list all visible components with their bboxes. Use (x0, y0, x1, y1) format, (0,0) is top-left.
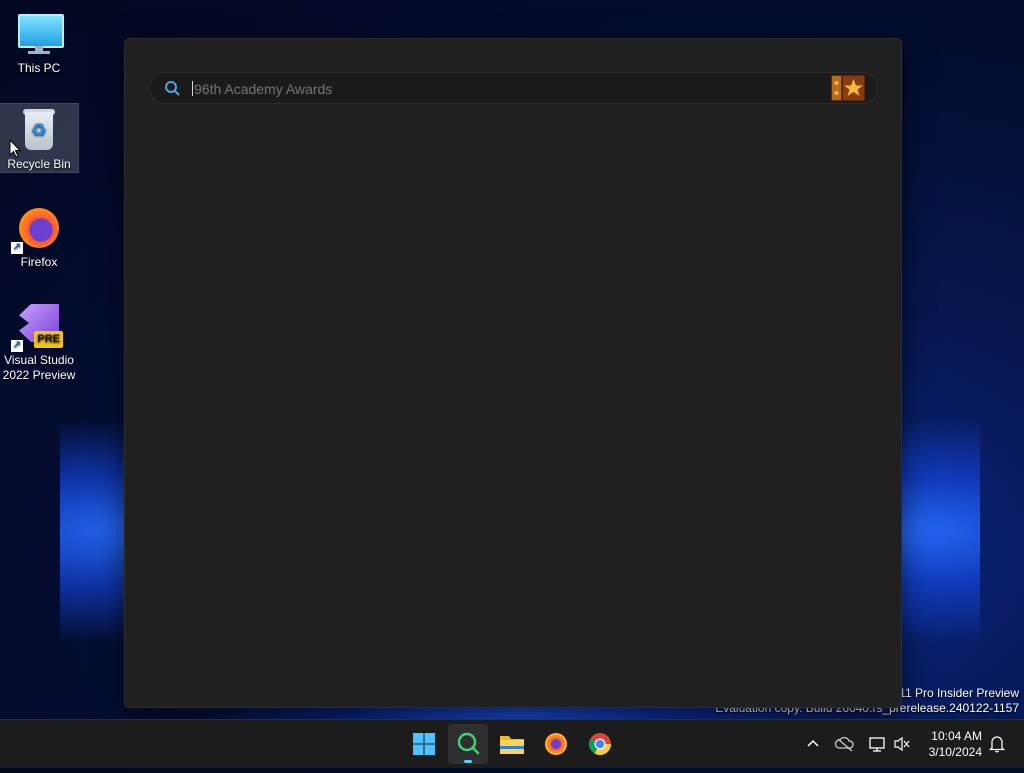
clock[interactable]: 10:04 AM 3/10/2024 (912, 728, 982, 760)
launcher-search-bar[interactable] (149, 72, 878, 105)
taskbar: 10:04 AM 3/10/2024 (0, 719, 1024, 768)
clock-date: 3/10/2024 (928, 745, 982, 759)
active-indicator (464, 760, 472, 763)
taskbar-search-launcher[interactable] (448, 724, 488, 764)
firefox-icon (545, 733, 567, 755)
volume-muted-icon (894, 736, 910, 752)
visual-studio-preview-icon: PRE ↗ (11, 302, 63, 352)
desktop-icon-label: Recycle Bin (7, 157, 71, 171)
desktop-icon-label: This PC (17, 61, 61, 75)
onedrive-status[interactable] (834, 720, 856, 768)
recycle-bin-icon: ♻ (15, 106, 63, 154)
show-hidden-icons-button[interactable] (802, 720, 824, 768)
shortcut-arrow-icon: ↗ (11, 242, 23, 254)
media-plugin-icon[interactable] (831, 75, 865, 101)
this-pc-icon (15, 10, 64, 58)
mouse-cursor-icon (9, 139, 21, 158)
cloud-offline-icon (834, 736, 854, 752)
desktop-icon-label: Firefox (20, 255, 58, 269)
volume-status[interactable] (892, 720, 912, 768)
desktop-icon-this-pc[interactable]: This PC (0, 4, 78, 76)
desktop-icon-firefox[interactable]: ↗ Firefox (0, 198, 78, 270)
start-button[interactable] (404, 724, 444, 764)
bell-icon (988, 736, 1006, 753)
taskbar-file-explorer[interactable] (492, 724, 532, 764)
network-icon (869, 737, 885, 752)
search-launcher-icon (457, 732, 480, 755)
taskbar-firefox[interactable] (536, 724, 576, 764)
network-status[interactable] (866, 720, 888, 768)
file-explorer-icon (500, 736, 524, 754)
firefox-icon: ↗ (11, 204, 63, 254)
search-input[interactable] (192, 73, 816, 105)
preview-badge: PRE (34, 331, 63, 348)
clock-time: 10:04 AM (931, 729, 982, 743)
text-caret (192, 81, 193, 96)
notifications-button[interactable] (986, 720, 1008, 768)
search-icon (165, 81, 180, 96)
windows-start-icon (413, 733, 435, 755)
desktop-icon-visual-studio[interactable]: PRE ↗ Visual Studio 2022 Preview (0, 296, 78, 384)
chrome-icon (589, 733, 611, 755)
desktop-icon-recycle-bin[interactable]: ♻ Recycle Bin (0, 103, 79, 173)
windows-edition-watermark: s 11 Pro Insider Preview (889, 686, 1019, 700)
chevron-up-icon (807, 739, 819, 747)
taskbar-chrome[interactable] (580, 724, 620, 764)
desktop-icon-label: Visual Studio 2022 Preview (2, 353, 76, 382)
search-launcher-window (124, 38, 902, 708)
shortcut-arrow-icon: ↗ (11, 340, 23, 352)
